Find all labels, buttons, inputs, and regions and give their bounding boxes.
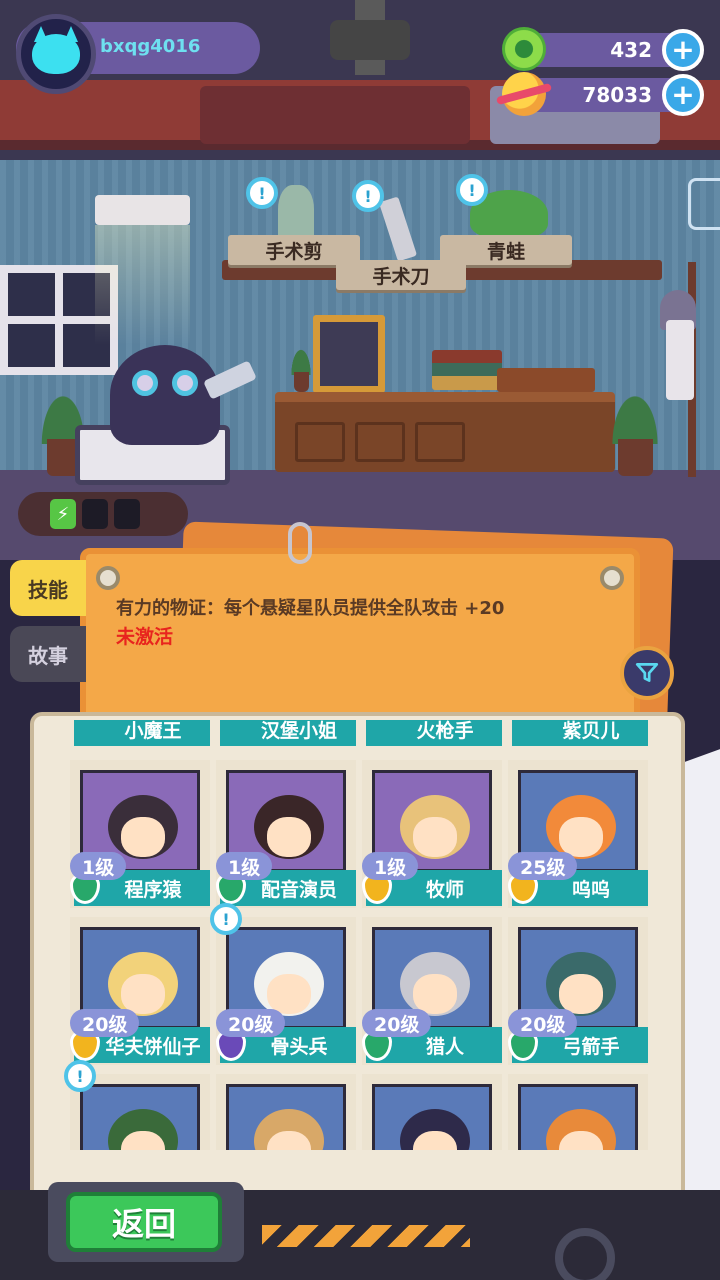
paperclip-icon	[288, 522, 312, 564]
coin-amount: 78033	[582, 83, 652, 107]
battery-empty-icon	[82, 499, 108, 529]
notification-bubble-icon[interactable]: !	[352, 180, 384, 212]
character-level: 20级	[216, 1009, 286, 1037]
vent-panel	[200, 86, 470, 144]
back-button[interactable]: 返回	[66, 1192, 222, 1252]
character-level: 20级	[508, 1009, 578, 1037]
cat-avatar-icon	[32, 34, 80, 74]
character-grid: 小魔王 汉堡小姐 火枪手 紫贝儿 程序猿 1级 配音演员 1级 牧师 1级 呜呜 25级华夫饼仙子 2…	[58, 720, 658, 1150]
plant-right	[600, 370, 670, 476]
character-portrait	[226, 1084, 346, 1150]
ceiling-fan	[320, 0, 420, 80]
scissors-icon[interactable]	[688, 178, 720, 230]
character-level: 20级	[362, 1009, 432, 1037]
energy-bar: ⚡	[18, 492, 188, 536]
coat	[666, 320, 694, 400]
character-card[interactable]: 牧师 1级	[362, 760, 502, 908]
character-card[interactable]: 骨头兵 20级!	[210, 903, 356, 1065]
add-coins-button[interactable]: +	[662, 74, 704, 116]
character-name-partial: 火枪手	[366, 720, 502, 746]
gear-decoration	[555, 1228, 615, 1280]
character-level: 20级	[70, 1009, 140, 1037]
notification-bubble-icon[interactable]: !	[64, 1060, 96, 1092]
pin-icon	[96, 566, 120, 590]
small-plant	[286, 336, 316, 392]
filter-icon	[635, 662, 659, 682]
owl-portrait-frame	[313, 315, 385, 393]
skill-status: 未激活	[116, 626, 174, 648]
character-name-partial: 紫贝儿	[512, 720, 648, 746]
pin-icon	[600, 566, 624, 590]
filter-button[interactable]	[620, 646, 674, 700]
character-portrait	[80, 1084, 200, 1150]
battery-empty-icon	[114, 499, 140, 529]
projector-light	[95, 225, 190, 345]
notification-bubble-icon[interactable]: !	[456, 174, 488, 206]
owl-detective-character[interactable]	[110, 345, 220, 445]
skill-description: 有力的物证：每个悬疑星队员提供全队攻击 +20	[116, 598, 505, 619]
hazard-stripe	[262, 1225, 470, 1247]
character-name-partial: 汉堡小姐	[220, 720, 356, 746]
character-card[interactable]	[216, 1074, 356, 1150]
character-card[interactable]: 呜呜 25级	[508, 760, 648, 908]
character-card[interactable]: 弓箭手 20级	[508, 917, 648, 1065]
character-level: 1级	[216, 852, 273, 880]
shelf-label-scalpel[interactable]: 手术刀	[336, 260, 466, 290]
gem-currency: 432 +	[502, 27, 704, 71]
character-card[interactable]	[508, 1074, 648, 1150]
character-card[interactable]: 程序猿 1级	[70, 760, 210, 908]
projector	[95, 195, 190, 225]
character-name-partial: 小魔王	[74, 720, 210, 746]
character-level: 25级	[508, 852, 578, 880]
battery-charged-icon: ⚡	[50, 499, 76, 529]
character-portrait	[372, 1084, 492, 1150]
tab-story[interactable]: 故事	[10, 626, 86, 682]
gem-amount: 432	[610, 38, 652, 62]
character-portrait	[518, 1084, 638, 1150]
character-card[interactable]	[362, 1074, 502, 1150]
character-card[interactable]: 华夫饼仙子 20级	[70, 917, 210, 1065]
character-level: 1级	[362, 852, 419, 880]
notification-bubble-icon[interactable]: !	[210, 903, 242, 935]
books-stack	[432, 350, 502, 390]
username: bxqg4016	[100, 36, 201, 57]
wooden-box	[497, 368, 595, 392]
character-card[interactable]: 猎人 20级	[362, 917, 502, 1065]
notification-bubble-icon[interactable]: !	[246, 177, 278, 209]
gem-icon	[502, 27, 546, 71]
character-card[interactable]: !	[64, 1060, 210, 1150]
character-level: 1级	[70, 852, 127, 880]
add-gems-button[interactable]: +	[662, 29, 704, 71]
desk	[275, 392, 615, 472]
coin-currency: 78033 +	[502, 72, 704, 116]
avatar[interactable]	[16, 14, 96, 94]
tab-skills[interactable]: 技能	[10, 560, 86, 616]
character-card[interactable]: 配音演员 1级	[216, 760, 356, 908]
planet-coin-icon	[502, 72, 546, 116]
